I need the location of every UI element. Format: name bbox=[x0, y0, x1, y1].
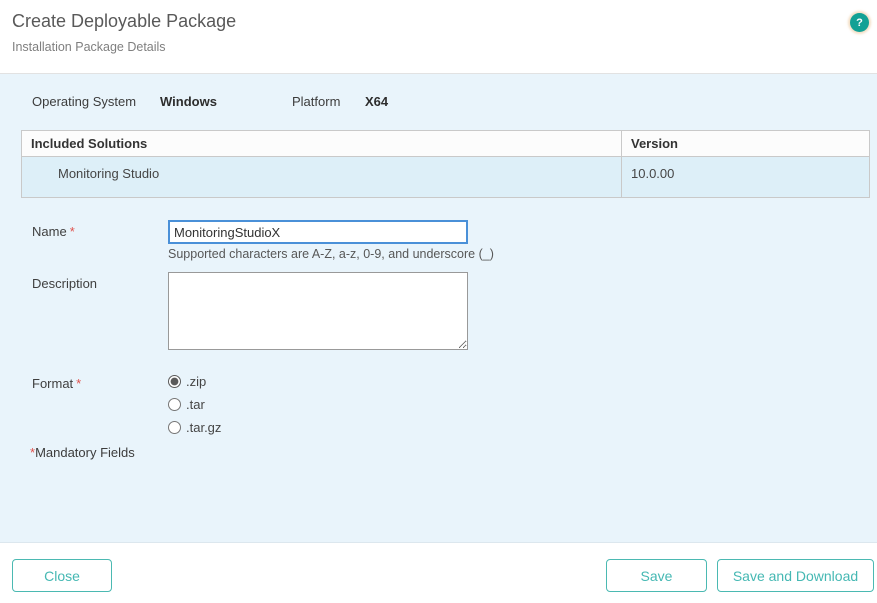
table-header-row: Included Solutions Version bbox=[22, 131, 870, 157]
included-solutions-column-header: Included Solutions bbox=[22, 131, 622, 157]
close-button[interactable]: Close bbox=[12, 559, 112, 592]
format-option-tar[interactable]: .tar bbox=[168, 397, 221, 412]
description-textarea[interactable] bbox=[168, 272, 468, 350]
name-label-text: Name bbox=[32, 224, 67, 239]
format-label-text: Format bbox=[32, 376, 73, 391]
targz-radio-label: .tar.gz bbox=[186, 420, 221, 435]
mandatory-fields-note: *Mandatory Fields bbox=[30, 445, 877, 460]
format-required-asterisk: * bbox=[76, 376, 81, 391]
description-label: Description bbox=[32, 272, 168, 350]
footer-action-buttons: Save Save and Download bbox=[606, 559, 874, 592]
targz-radio[interactable] bbox=[168, 421, 181, 434]
format-radio-group: .zip .tar .tar.gz bbox=[168, 372, 221, 443]
tar-radio-label: .tar bbox=[186, 397, 205, 412]
mandatory-text: Mandatory Fields bbox=[35, 445, 135, 460]
help-icon[interactable]: ? bbox=[850, 13, 869, 32]
included-solutions-table: Included Solutions Version Monitoring St… bbox=[21, 130, 870, 198]
format-option-targz[interactable]: .tar.gz bbox=[168, 420, 221, 435]
page-title: Create Deployable Package bbox=[12, 10, 865, 32]
format-label: Format* bbox=[32, 372, 168, 443]
dialog-body: Operating System Windows Platform X64 In… bbox=[0, 74, 877, 543]
save-and-download-button[interactable]: Save and Download bbox=[717, 559, 874, 592]
operating-system-label: Operating System bbox=[32, 94, 160, 109]
version-column-header: Version bbox=[622, 131, 870, 157]
format-field-row: Format* .zip .tar .tar.gz bbox=[32, 372, 877, 443]
name-helper-text: Supported characters are A-Z, a-z, 0-9, … bbox=[168, 247, 877, 261]
tar-radio[interactable] bbox=[168, 398, 181, 411]
name-input[interactable] bbox=[168, 220, 468, 244]
platform-label: Platform bbox=[292, 94, 365, 109]
save-button[interactable]: Save bbox=[606, 559, 707, 592]
solution-name-cell: Monitoring Studio bbox=[22, 157, 622, 198]
page-subtitle: Installation Package Details bbox=[12, 40, 865, 54]
platform-value: X64 bbox=[365, 94, 388, 109]
description-field-row: Description bbox=[32, 272, 877, 350]
dialog-header: Create Deployable Package Installation P… bbox=[0, 0, 877, 74]
operating-system-value: Windows bbox=[160, 94, 292, 109]
create-deployable-package-dialog: Create Deployable Package Installation P… bbox=[0, 0, 877, 603]
name-field-row: Name* bbox=[32, 220, 877, 244]
format-option-zip[interactable]: .zip bbox=[168, 374, 221, 389]
zip-radio[interactable] bbox=[168, 375, 181, 388]
name-label: Name* bbox=[32, 220, 168, 244]
table-row[interactable]: Monitoring Studio 10.0.00 bbox=[22, 157, 870, 198]
dialog-footer: Close Save Save and Download bbox=[0, 543, 877, 602]
solution-version-cell: 10.0.00 bbox=[622, 157, 870, 198]
package-info-row: Operating System Windows Platform X64 bbox=[32, 94, 877, 109]
name-required-asterisk: * bbox=[70, 224, 75, 239]
zip-radio-label: .zip bbox=[186, 374, 206, 389]
